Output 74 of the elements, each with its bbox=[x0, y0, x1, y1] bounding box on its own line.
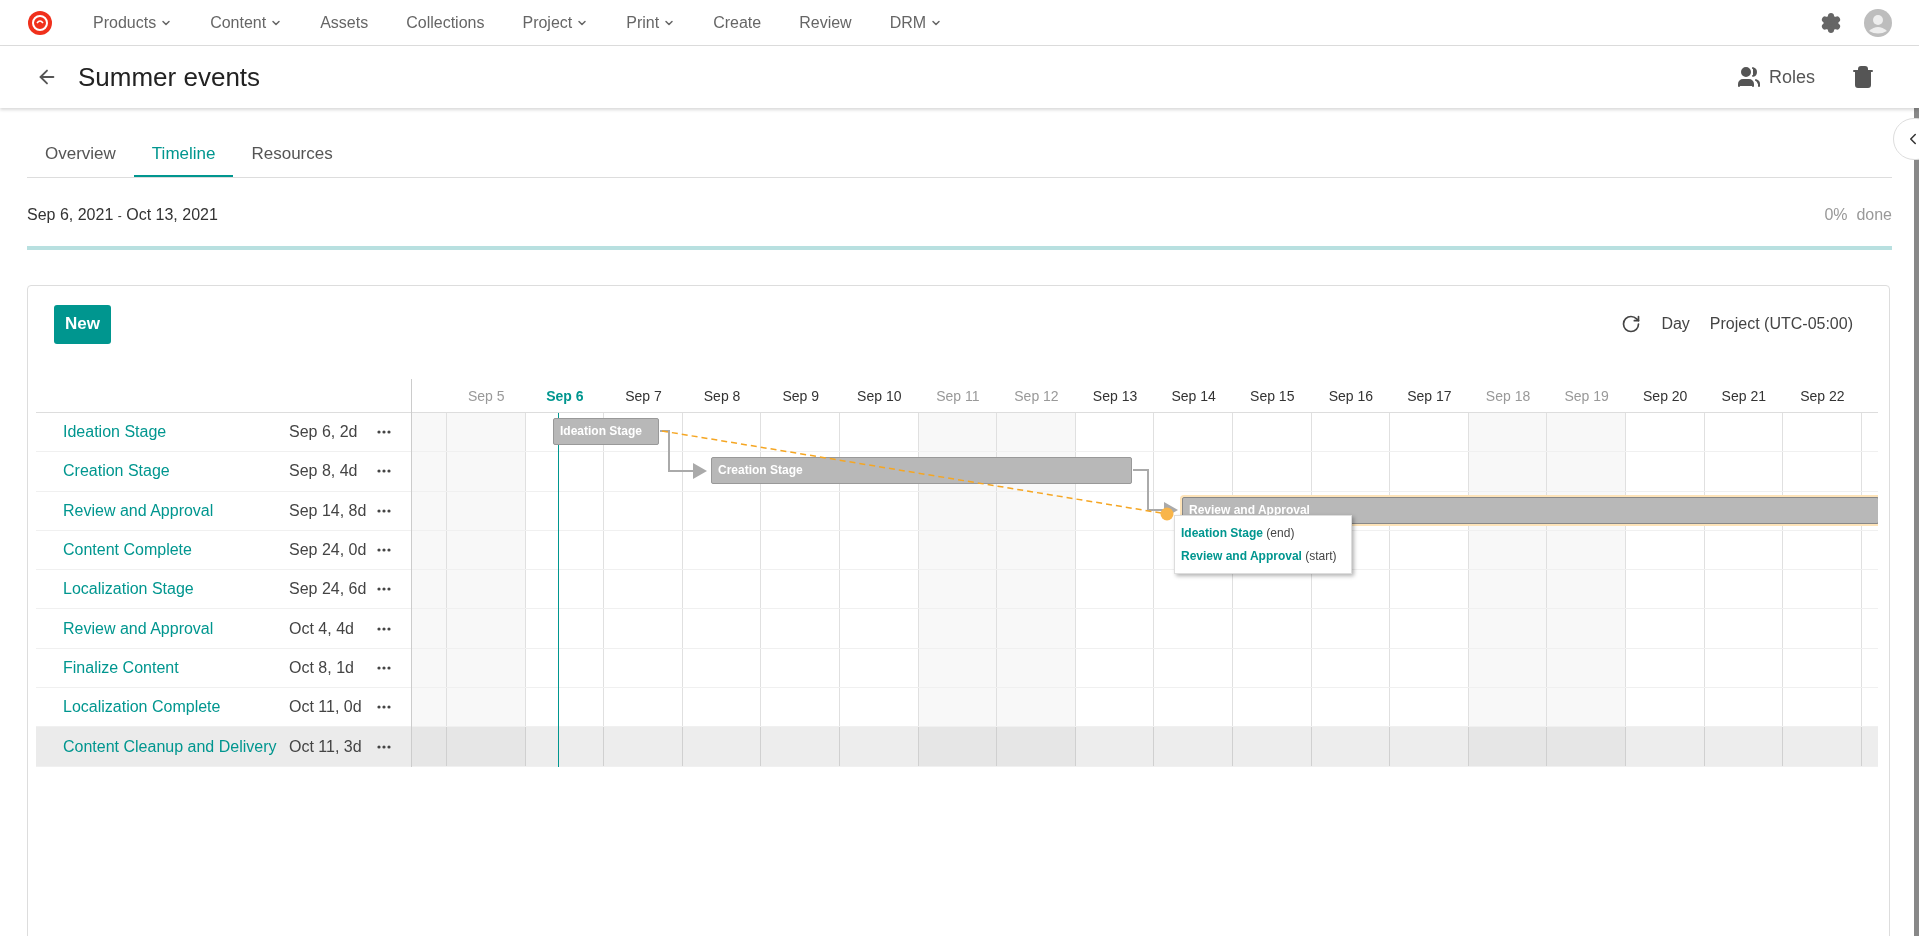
day-label: Sep 18 bbox=[1484, 387, 1532, 406]
refresh-icon[interactable] bbox=[1621, 314, 1642, 334]
trash-icon[interactable] bbox=[1851, 65, 1875, 89]
task-name[interactable]: Localization Complete bbox=[63, 695, 289, 720]
scrollbar[interactable] bbox=[1914, 108, 1919, 936]
day-label: Sep 7 bbox=[624, 387, 663, 406]
day-label: Sep 17 bbox=[1406, 387, 1453, 406]
task-schedule: Oct 11, 0d bbox=[289, 697, 363, 718]
more-icon[interactable] bbox=[377, 665, 391, 670]
nav-link[interactable]: Create bbox=[713, 10, 762, 35]
task-schedule: Sep 14, 8d bbox=[289, 500, 368, 521]
task-schedule: Oct 8, 1d bbox=[289, 657, 355, 678]
day-label: Sep 11 bbox=[935, 387, 981, 406]
day-label: Sep 15 bbox=[1249, 387, 1296, 406]
nav-link[interactable]: Content bbox=[210, 10, 283, 35]
more-icon[interactable] bbox=[377, 705, 391, 710]
day-label: Sep 13 bbox=[1091, 387, 1139, 406]
day-label: Sep 10 bbox=[856, 387, 903, 406]
task-name[interactable]: Ideation Stage bbox=[63, 420, 289, 445]
more-icon[interactable] bbox=[377, 744, 391, 749]
roles-button[interactable]: Roles bbox=[1736, 63, 1815, 91]
date-range: Sep 6, 2021 - Oct 13, 2021 bbox=[27, 205, 218, 225]
more-icon[interactable] bbox=[377, 430, 391, 435]
day-label: Sep 20 bbox=[1642, 387, 1689, 406]
more-icon[interactable] bbox=[377, 469, 391, 474]
tab[interactable]: Overview bbox=[27, 133, 134, 177]
day-label: Sep 14 bbox=[1170, 387, 1217, 406]
task-schedule: Sep 6, 2d bbox=[289, 422, 359, 443]
tab[interactable]: Resources bbox=[233, 133, 351, 177]
tooltip-line: Ideation Stage (end) bbox=[1181, 525, 1296, 542]
more-icon[interactable] bbox=[377, 587, 391, 592]
timezone-button[interactable]: Project (UTC-05:00) bbox=[1709, 312, 1853, 336]
tab[interactable]: Timeline bbox=[133, 133, 234, 177]
task-name[interactable]: Review and Approval bbox=[63, 498, 289, 523]
nav-link[interactable]: Products bbox=[93, 10, 173, 35]
nav-link[interactable]: DRM bbox=[889, 10, 943, 35]
day-label: Sep 5 bbox=[467, 387, 506, 406]
task-name[interactable]: Localization Stage bbox=[63, 577, 289, 602]
task-name[interactable]: Content Cleanup and Delivery bbox=[63, 734, 289, 759]
tooltip-line: Review and Approval (start) bbox=[1181, 548, 1338, 565]
task-name[interactable]: Review and Approval bbox=[63, 616, 289, 641]
day-label: Sep 6 bbox=[545, 387, 585, 406]
nav-link[interactable]: Assets bbox=[320, 10, 369, 35]
nav-link[interactable]: Collections bbox=[406, 10, 485, 35]
more-icon[interactable] bbox=[377, 508, 391, 513]
task-name[interactable]: Content Complete bbox=[63, 538, 289, 563]
task-name[interactable]: Creation Stage bbox=[63, 459, 289, 484]
day-label: Sep 8 bbox=[702, 387, 742, 406]
day-label: Sep 21 bbox=[1720, 387, 1767, 406]
day-label: Sep 16 bbox=[1327, 387, 1374, 406]
task-schedule: Oct 11, 3d bbox=[289, 736, 363, 757]
new-button[interactable]: New bbox=[54, 304, 111, 344]
task-row[interactable]: Content Cleanup and Delivery Oct 11, 3d bbox=[36, 727, 411, 767]
nav-link[interactable]: Print bbox=[626, 10, 676, 35]
people-icon bbox=[1736, 65, 1761, 89]
day-label: Sep 22 bbox=[1799, 387, 1846, 406]
task-schedule: Oct 4, 4d bbox=[289, 618, 355, 639]
more-icon[interactable] bbox=[377, 548, 391, 553]
day-label: Sep 19 bbox=[1563, 387, 1610, 406]
scale-button[interactable]: Day bbox=[1661, 312, 1690, 336]
logo-icon[interactable] bbox=[27, 9, 53, 36]
task-name[interactable]: Finalize Content bbox=[63, 655, 289, 680]
more-icon[interactable] bbox=[377, 626, 391, 631]
task-schedule: Sep 8, 4d bbox=[289, 461, 359, 482]
page-title: Summer events bbox=[78, 60, 261, 94]
task-schedule: Sep 24, 0d bbox=[289, 540, 368, 561]
dependency-connector bbox=[659, 430, 707, 479]
progress-text: 0% done bbox=[1824, 205, 1892, 225]
day-label: Sep 9 bbox=[781, 387, 820, 406]
nav-link[interactable]: Review bbox=[799, 10, 852, 35]
day-label: Sep 12 bbox=[1013, 387, 1060, 406]
settings-icon[interactable] bbox=[1820, 11, 1842, 34]
nav-link[interactable]: Project bbox=[522, 10, 589, 35]
task-schedule: Sep 24, 6d bbox=[289, 579, 368, 600]
